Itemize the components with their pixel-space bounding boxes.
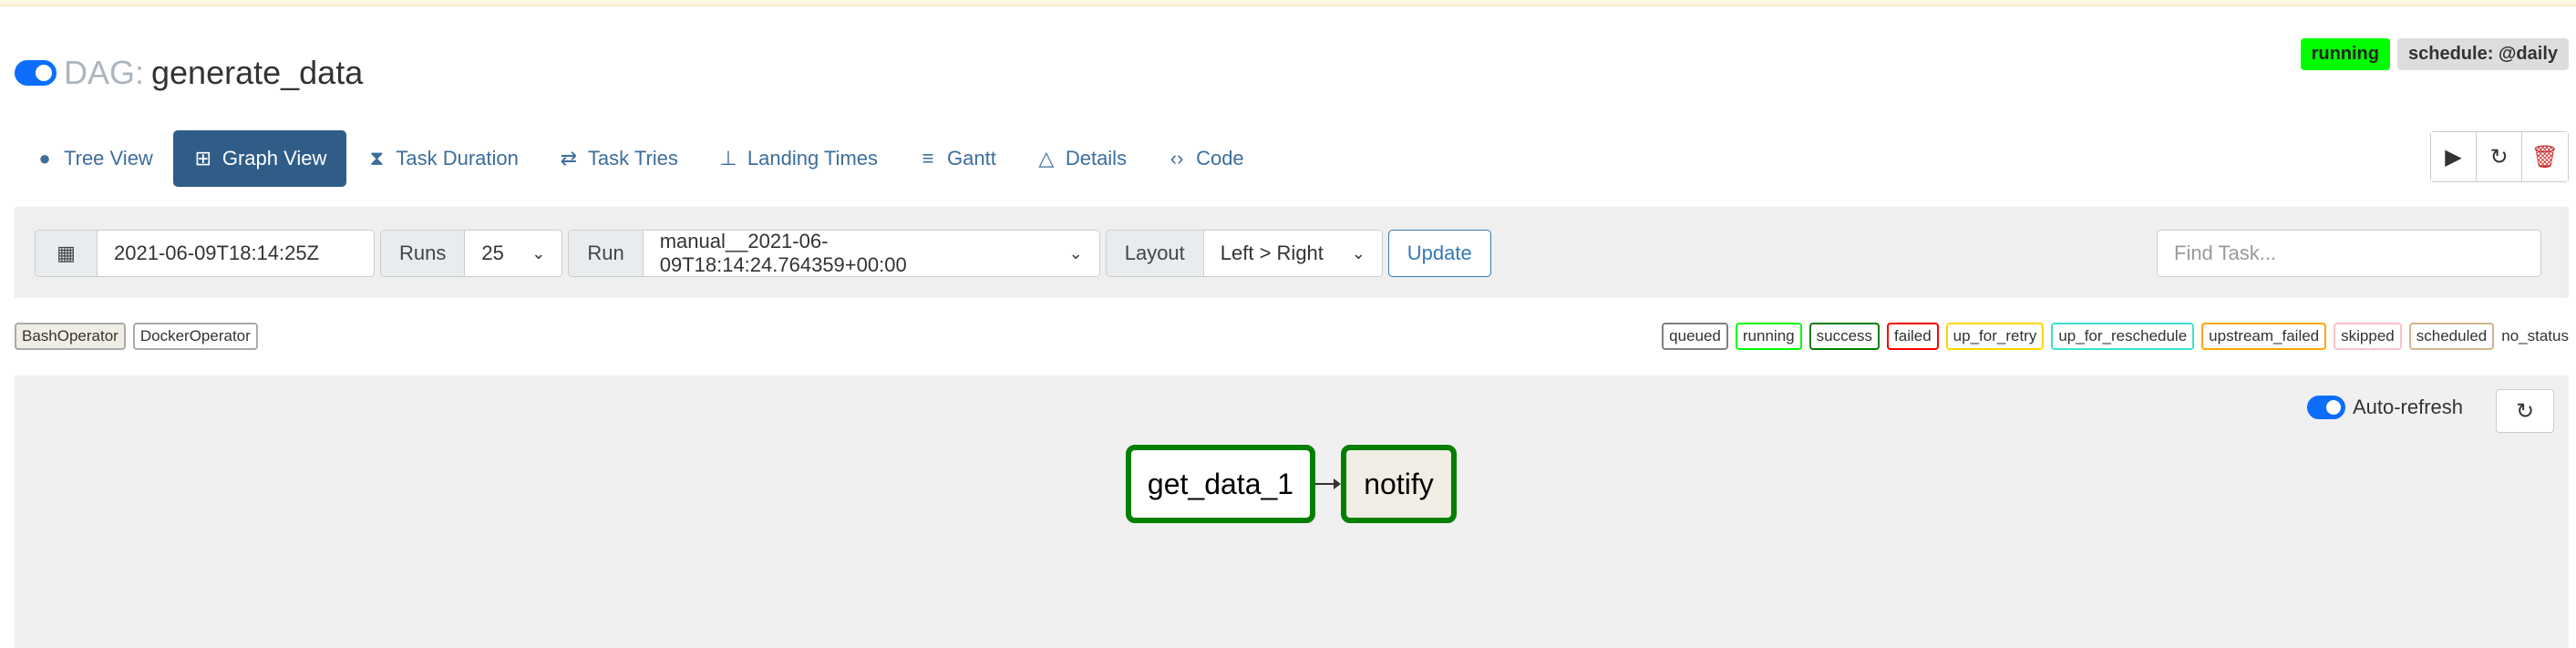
warning-icon: △ — [1038, 147, 1055, 170]
gantt-icon: ≡ — [922, 147, 934, 170]
tab-label: Details — [1065, 147, 1128, 170]
dag-name: generate_data — [151, 54, 364, 91]
graph-refresh-button[interactable]: ↻ — [2496, 389, 2554, 433]
tab-label: Graph View — [222, 147, 327, 170]
layout-label: Layout — [1106, 231, 1204, 276]
hourglass-icon: ⧗ — [369, 147, 385, 170]
legend-upstream-failed[interactable]: upstream_failed — [2201, 323, 2327, 350]
graph-canvas[interactable]: Auto-refresh ↻ get_data_1 notify — [15, 375, 2569, 648]
find-task-input[interactable]: Find Task... — [2157, 230, 2541, 277]
tab-label: Task Tries — [587, 147, 678, 170]
refresh-dag-button[interactable]: ↻ — [2477, 132, 2522, 181]
refresh-icon: ↻ — [2489, 144, 2509, 170]
base-date-input[interactable]: 2021-06-09T18:14:25Z — [98, 231, 374, 276]
task-node-notify[interactable]: notify — [1341, 445, 1457, 523]
tab-label: Gantt — [947, 147, 996, 170]
refresh-icon: ↻ — [2515, 398, 2535, 424]
layout-select[interactable]: Left > Right ⌄ — [1203, 231, 1382, 276]
layout-value: Left > Right — [1220, 242, 1324, 264]
dependency-edge — [1315, 478, 1341, 489]
schedule-badge: schedule: @daily — [2397, 38, 2569, 70]
tab-graph-view[interactable]: ⊞ Graph View — [172, 130, 347, 187]
legend-skipped[interactable]: skipped — [2334, 323, 2402, 350]
trash-icon: 🗑 — [2530, 144, 2560, 170]
auto-refresh[interactable]: Auto-refresh — [2306, 396, 2463, 419]
legend-up-for-retry[interactable]: up_for_retry — [1945, 323, 2045, 350]
operator-legend: BashOperator DockerOperator — [15, 323, 258, 350]
legend-up-for-reschedule[interactable]: up_for_reschedule — [2051, 323, 2195, 350]
update-button[interactable]: Update — [1387, 230, 1491, 277]
toggle-knob — [36, 65, 52, 81]
layout-group: Layout Left > Right ⌄ — [1105, 230, 1383, 277]
tab-label: Code — [1196, 147, 1244, 170]
run-label: Run — [569, 231, 644, 276]
runs-value: 25 — [481, 242, 504, 264]
tab-code[interactable]: ‹› Code — [1147, 130, 1264, 187]
chevron-down-icon: ⌄ — [1351, 243, 1365, 262]
legend-scheduled[interactable]: scheduled — [2408, 323, 2495, 350]
toggle-knob — [2325, 400, 2341, 415]
tab-gantt[interactable]: ≡ Gantt — [898, 130, 1016, 187]
tab-label: Tree View — [64, 147, 153, 170]
state-badge: running — [2300, 38, 2390, 70]
run-value: manual__2021-06-09T18:14:24.764359+00:00 — [659, 230, 907, 276]
filter-bar: ▦ 2021-06-09T18:14:25Z Runs 25 ⌄ Run manu… — [15, 207, 2569, 298]
run-select[interactable]: manual__2021-06-09T18:14:24.764359+00:00… — [643, 230, 1099, 276]
chevron-down-icon: ⌄ — [1068, 243, 1083, 262]
landing-icon: ⊥ — [719, 147, 737, 170]
tab-tree-view[interactable]: ● Tree View — [15, 130, 173, 187]
legend-no-status[interactable]: no_status — [2501, 324, 2569, 348]
dag-actions: ▶ ↻ 🗑 — [2430, 131, 2569, 182]
delete-dag-button[interactable]: 🗑 — [2522, 132, 2568, 181]
calendar-icon[interactable]: ▦ — [36, 231, 98, 276]
legend-success[interactable]: success — [1808, 323, 1880, 350]
dag-badges: running schedule: @daily — [2300, 38, 2569, 70]
trigger-dag-button[interactable]: ▶ — [2431, 132, 2477, 181]
retry-icon: ⇄ — [560, 147, 578, 170]
tab-landing-times[interactable]: ⊥ Landing Times — [698, 130, 898, 187]
tab-label: Landing Times — [747, 147, 879, 170]
play-icon: ▶ — [2445, 144, 2462, 170]
dag-label: DAG: — [64, 54, 145, 91]
operator-badge-bash: BashOperator — [15, 323, 126, 350]
legend-failed[interactable]: failed — [1887, 323, 1939, 350]
auto-refresh-toggle[interactable] — [2306, 396, 2345, 419]
runs-select[interactable]: 25 ⌄ — [465, 231, 562, 276]
runs-group: Runs 25 ⌄ — [380, 230, 563, 277]
tab-task-tries[interactable]: ⇄ Task Tries — [539, 130, 698, 187]
state-legend: queued running success failed up_for_ret… — [1662, 323, 2569, 350]
filter-row: ▦ 2021-06-09T18:14:25Z Runs 25 ⌄ Run manu… — [35, 230, 1491, 277]
operator-badge-docker: DockerOperator — [132, 323, 258, 350]
code-icon: ‹› — [1170, 147, 1184, 170]
chevron-down-icon: ⌄ — [531, 243, 546, 262]
run-group: Run manual__2021-06-09T18:14:24.764359+0… — [568, 230, 1100, 277]
view-tabs: ● Tree View ⊞ Graph View ⧗ Task Duration ⇄ T… — [15, 130, 1264, 187]
info-banner — [0, 0, 2576, 6]
graph-icon: ⊞ — [194, 147, 212, 170]
dag-pause-toggle[interactable] — [15, 60, 57, 86]
tree-icon: ● — [38, 147, 51, 170]
tab-label: Task Duration — [396, 147, 519, 170]
tab-task-duration[interactable]: ⧗ Task Duration — [346, 130, 539, 187]
auto-refresh-label: Auto-refresh — [2352, 396, 2463, 418]
tab-details[interactable]: △ Details — [1016, 130, 1147, 187]
task-node-get-data-1[interactable]: get_data_1 — [1126, 445, 1315, 523]
legend-queued[interactable]: queued — [1662, 323, 1728, 350]
runs-label: Runs — [381, 231, 466, 276]
dag-header: DAG: generate_data — [15, 51, 363, 95]
legend-running[interactable]: running — [1735, 323, 1802, 350]
base-date-group: ▦ 2021-06-09T18:14:25Z — [35, 230, 375, 277]
